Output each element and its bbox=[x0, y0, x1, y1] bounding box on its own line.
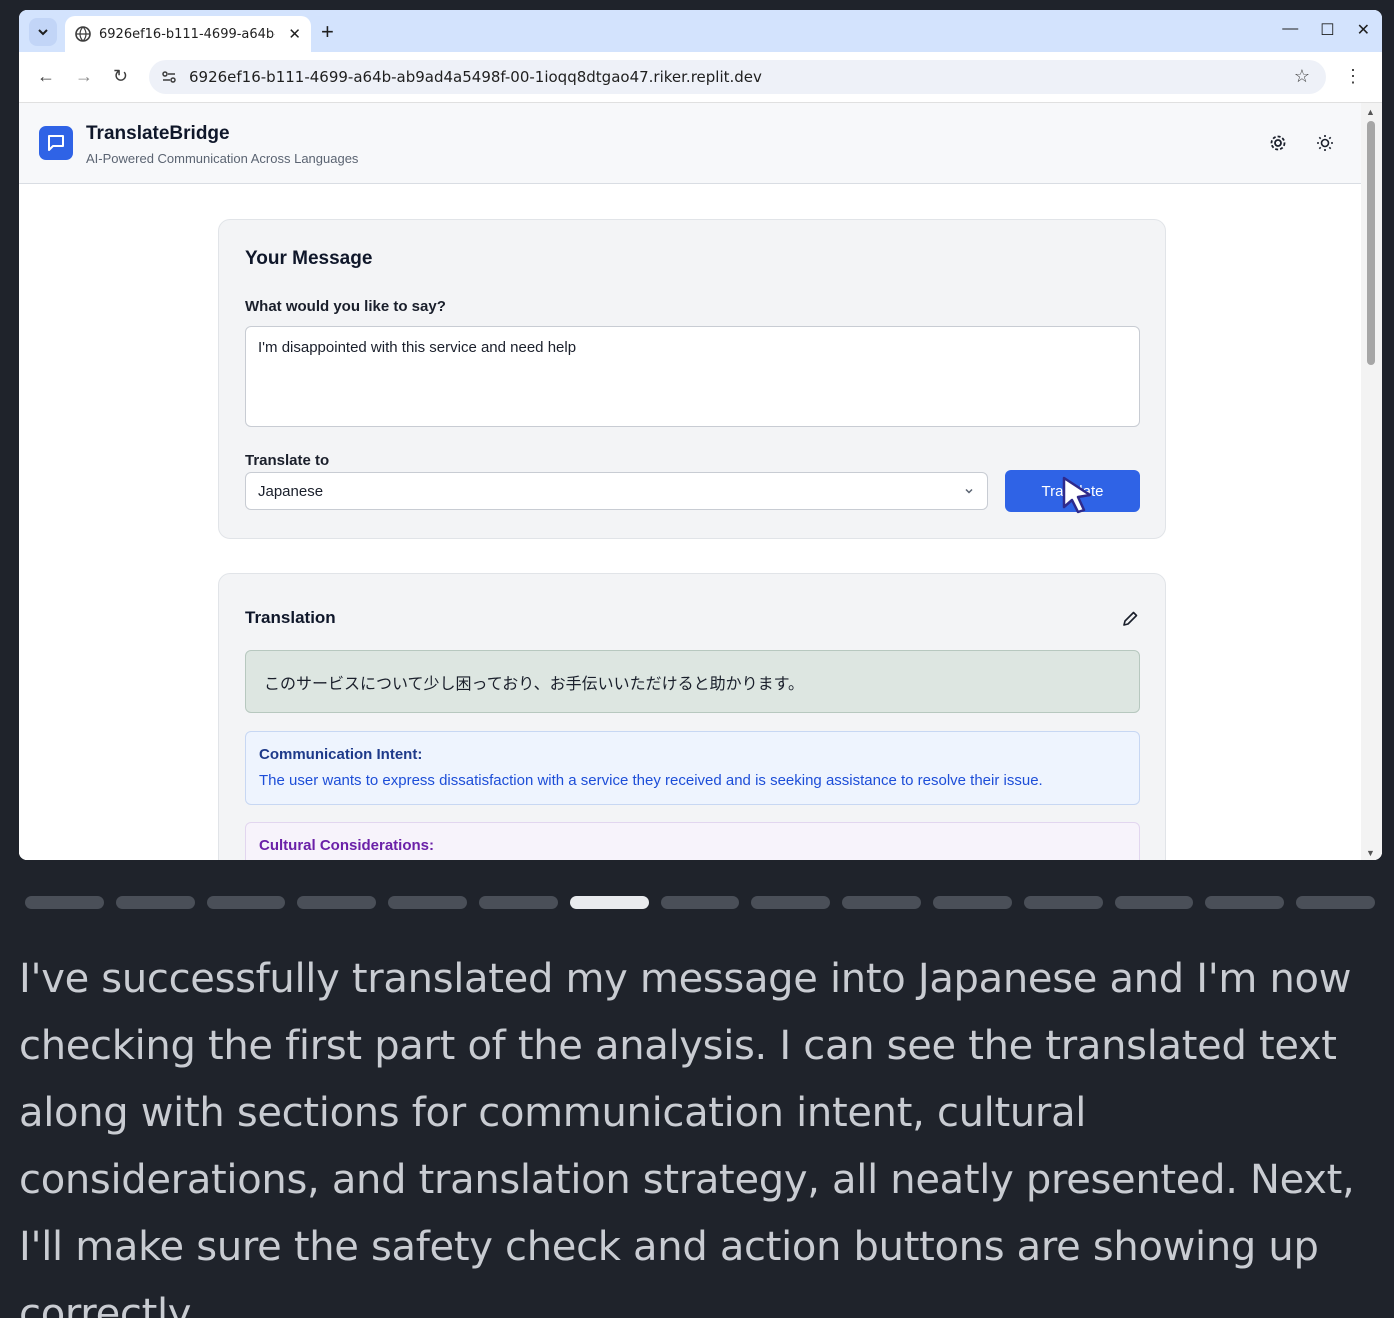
progress-segment bbox=[479, 896, 558, 909]
app-header: TranslateBridge AI-Powered Communication… bbox=[19, 103, 1361, 184]
cultural-title: Cultural Considerations: bbox=[259, 837, 435, 854]
translation-card: Translation このサービスについて少し困っており、お手伝いいただけると… bbox=[218, 573, 1166, 860]
browser-tab[interactable]: 6926ef16-b111-4699-a64b-ab ✕ bbox=[65, 16, 311, 52]
maximize-icon[interactable]: ☐ bbox=[1320, 20, 1334, 40]
back-icon[interactable]: ← bbox=[37, 66, 55, 87]
step-progress bbox=[25, 896, 1375, 910]
progress-segment bbox=[25, 896, 104, 909]
message-card: Your Message What would you like to say?… bbox=[218, 219, 1166, 539]
translated-text: このサービスについて少し困っており、お手伝いいただけると助かります。 bbox=[245, 650, 1140, 713]
url-text: 6926ef16-b111-4699-a64b-ab9ad4a5498f-00-… bbox=[189, 68, 762, 86]
tab-search-button[interactable] bbox=[29, 18, 57, 46]
forward-icon[interactable]: → bbox=[75, 66, 93, 87]
translation-card-heading: Translation bbox=[245, 608, 336, 627]
pencil-icon[interactable] bbox=[1121, 610, 1139, 628]
progress-segment bbox=[1205, 896, 1285, 909]
address-bar[interactable]: 6926ef16-b111-4699-a64b-ab9ad4a5498f-00-… bbox=[149, 60, 1326, 94]
message-prompt-label: What would you like to say? bbox=[245, 298, 446, 315]
progress-segment bbox=[660, 896, 740, 909]
progress-segment bbox=[1296, 896, 1375, 909]
progress-segment bbox=[569, 896, 649, 909]
mouse-cursor-icon bbox=[1062, 476, 1092, 514]
progress-segment bbox=[842, 896, 921, 909]
tab-title: 6926ef16-b111-4699-a64b-ab bbox=[99, 26, 275, 42]
globe-icon bbox=[75, 26, 91, 42]
message-card-heading: Your Message bbox=[245, 248, 373, 269]
scroll-down-icon[interactable]: ▼ bbox=[1366, 848, 1375, 858]
progress-segment bbox=[388, 896, 467, 909]
gear-icon[interactable] bbox=[1268, 133, 1288, 153]
progress-segment bbox=[115, 896, 195, 909]
tab-strip: 6926ef16-b111-4699-a64b-ab ✕ + — ☐ ✕ bbox=[19, 10, 1382, 52]
translate-to-label: Translate to bbox=[245, 452, 330, 469]
plus-icon[interactable]: + bbox=[321, 19, 334, 45]
star-icon[interactable]: ☆ bbox=[1294, 66, 1310, 87]
minimize-icon[interactable]: — bbox=[1282, 20, 1298, 40]
page-scrollbar[interactable]: ▲ ▼ bbox=[1361, 103, 1382, 860]
app-title: TranslateBridge bbox=[86, 123, 230, 144]
progress-segment bbox=[933, 896, 1012, 909]
site-settings-icon[interactable] bbox=[161, 69, 177, 85]
chat-bubble-icon bbox=[48, 135, 64, 151]
progress-segment bbox=[1023, 896, 1103, 909]
progress-segment bbox=[751, 896, 831, 909]
close-icon[interactable]: ✕ bbox=[288, 25, 301, 43]
message-textarea[interactable]: I'm disappointed with this service and n… bbox=[245, 326, 1140, 427]
app-subtitle: AI-Powered Communication Across Language… bbox=[86, 151, 359, 166]
more-icon[interactable]: ⋮ bbox=[1344, 66, 1362, 87]
browser-window: 6926ef16-b111-4699-a64b-ab ✕ + — ☐ ✕ ← →… bbox=[19, 10, 1382, 860]
scroll-up-icon[interactable]: ▲ bbox=[1366, 107, 1375, 117]
intent-title: Communication Intent: bbox=[259, 746, 423, 763]
chevron-down-icon bbox=[965, 488, 973, 494]
language-select[interactable]: Japanese bbox=[245, 472, 988, 510]
progress-segment bbox=[206, 896, 286, 909]
narration-caption: I've successfully translated my message … bbox=[19, 956, 1355, 1318]
scroll-thumb[interactable] bbox=[1367, 121, 1375, 365]
communication-intent-box: Communication Intent: The user wants to … bbox=[245, 731, 1140, 805]
chevron-down-icon bbox=[38, 29, 48, 36]
app-logo bbox=[39, 126, 73, 160]
progress-segment bbox=[1114, 896, 1194, 909]
cultural-considerations-box: Cultural Considerations: bbox=[245, 822, 1140, 860]
progress-segment bbox=[297, 896, 377, 909]
language-select-value: Japanese bbox=[258, 482, 324, 500]
main-content: Your Message What would you like to say?… bbox=[19, 184, 1361, 860]
sun-icon[interactable] bbox=[1315, 133, 1335, 153]
web-page: TranslateBridge AI-Powered Communication… bbox=[19, 102, 1382, 860]
reload-icon[interactable]: ↻ bbox=[113, 66, 128, 87]
close-window-icon[interactable]: ✕ bbox=[1357, 20, 1370, 40]
browser-toolbar: ← → ↻ 6926ef16-b111-4699-a64b-ab9ad4a549… bbox=[19, 52, 1382, 102]
intent-text: The user wants to express dissatisfactio… bbox=[259, 772, 1043, 789]
window-controls: — ☐ ✕ bbox=[1282, 20, 1370, 40]
